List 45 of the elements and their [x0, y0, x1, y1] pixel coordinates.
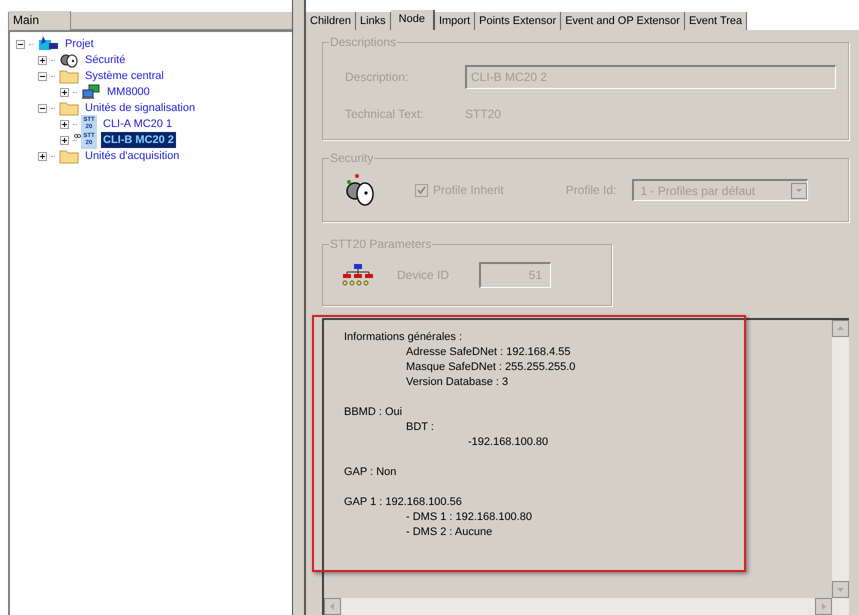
tab[interactable]: Import	[434, 12, 476, 30]
expand-toggle[interactable]	[60, 120, 69, 128]
expand-toggle[interactable]	[60, 88, 69, 96]
main-tab[interactable]: Main	[9, 11, 71, 30]
tab[interactable]: Points Extensor	[475, 12, 562, 30]
tree-item[interactable]: MM8000	[105, 84, 152, 100]
tree-item[interactable]: Sécurité	[83, 52, 128, 68]
network-tree-icon	[341, 263, 375, 287]
splitter[interactable]	[292, 0, 306, 615]
key-icon	[345, 173, 375, 207]
tab[interactable]: Children	[306, 12, 356, 30]
tree-item[interactable]: Système central	[83, 68, 166, 84]
expand-toggle[interactable]	[38, 152, 47, 160]
info-line: Masque SafeDNet : 255.255.255.0	[406, 360, 576, 375]
tree-item[interactable]: Unités d'acquisition	[83, 148, 182, 164]
tree-item[interactable]: Projet	[63, 36, 96, 52]
tree-item[interactable]: Unités de signalisation	[83, 100, 198, 116]
expand-toggle[interactable]	[38, 56, 47, 64]
info-line: Version Database : 3	[406, 375, 510, 390]
tree-item[interactable]: CLI-B MC20 2	[101, 132, 176, 148]
project-icon	[37, 36, 59, 52]
tab[interactable]: Event and OP Extensor	[561, 12, 685, 30]
info-line: GAP : Non	[344, 465, 398, 480]
tab[interactable]: Node	[390, 10, 435, 30]
key-icon	[59, 52, 79, 68]
collapse-toggle[interactable]	[16, 40, 25, 48]
info-line: -192.168.100.80	[468, 435, 550, 450]
info-line: Informations générales :	[344, 330, 464, 345]
computers-icon	[81, 84, 101, 100]
info-line: - DMS 2 : Aucune	[406, 525, 494, 540]
info-line: - DMS 1 : 192.168.100.80	[406, 510, 533, 525]
folder-icon	[59, 100, 79, 116]
tab[interactable]: Links	[356, 12, 391, 30]
collapse-toggle[interactable]	[38, 72, 47, 80]
info-line: Adresse SafeDNet : 192.168.4.55	[406, 345, 572, 360]
info-line: BBMD : Oui	[344, 405, 404, 420]
folder-icon	[59, 148, 79, 164]
tab[interactable]: Event Trea	[684, 12, 748, 30]
folder-icon	[59, 68, 79, 84]
link-icon	[74, 134, 81, 138]
info-line: GAP 1 : 192.168.100.56	[344, 495, 463, 510]
info-line: BDT :	[406, 420, 435, 435]
expand-toggle[interactable]	[60, 136, 69, 144]
collapse-toggle[interactable]	[38, 104, 47, 112]
tree-item[interactable]: CLI-A MC20 1	[101, 116, 174, 132]
